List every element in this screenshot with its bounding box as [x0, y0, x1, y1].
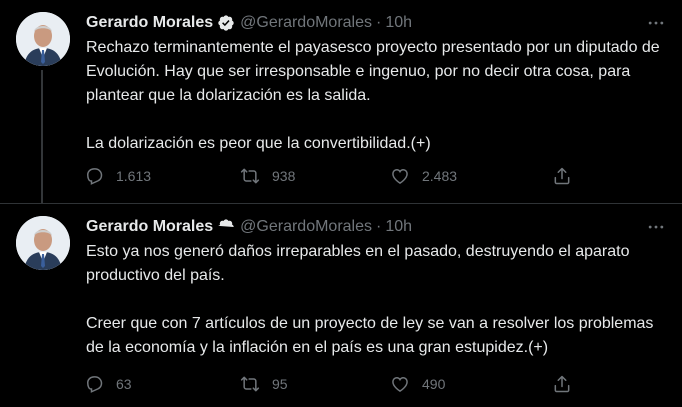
reply-button[interactable]: 63 [84, 370, 132, 398]
action-bar: 1.613 938 2.483 [78, 162, 598, 190]
more-horizontal-icon[interactable] [646, 13, 666, 33]
reply-icon [84, 166, 104, 186]
reply-count: 1.613 [116, 168, 152, 184]
tweet-1[interactable]: Gerardo Morales @GerardoMorales · 10h Re… [0, 0, 682, 204]
author-handle[interactable]: @GerardoMorales [240, 14, 372, 32]
timestamp[interactable]: 10h [385, 14, 412, 32]
retweet-icon [240, 374, 260, 394]
like-count: 2.483 [422, 168, 458, 184]
author-name[interactable]: Gerardo Morales [86, 218, 213, 236]
timestamp[interactable]: 10h [385, 218, 412, 236]
retweet-button[interactable]: 95 [240, 370, 288, 398]
avatar[interactable] [16, 12, 70, 66]
heart-icon [390, 166, 410, 186]
tweet-paragraph: Rechazo terminantemente el payasesco pro… [86, 39, 660, 104]
heart-icon [390, 374, 410, 394]
retweet-button[interactable]: 938 [240, 162, 295, 190]
retweet-count: 938 [272, 168, 296, 184]
reply-icon [84, 374, 104, 394]
tweet-text: Rechazo terminantemente el payasesco pro… [86, 36, 668, 156]
like-button[interactable]: 490 [390, 370, 445, 398]
share-button[interactable] [552, 162, 572, 190]
action-bar: 63 95 490 [78, 370, 598, 398]
like-button[interactable]: 2.483 [390, 162, 457, 190]
verified-badge-icon [217, 218, 235, 236]
separator-dot: · [376, 218, 382, 235]
tweet-paragraph: Creer que con 7 artículos de un proyecto… [86, 315, 654, 356]
retweet-count: 95 [272, 376, 288, 392]
tweet-paragraph: La dolarización es peor que la convertib… [86, 135, 431, 152]
separator-dot: · [376, 14, 382, 31]
share-icon [552, 166, 572, 186]
author-name[interactable]: Gerardo Morales [86, 14, 213, 32]
avatar[interactable] [16, 216, 70, 270]
reply-button[interactable]: 1.613 [84, 162, 151, 190]
share-icon [552, 374, 572, 394]
retweet-icon [240, 166, 260, 186]
tweet-header: Gerardo Morales @GerardoMorales · 10h [86, 13, 412, 33]
tweet-2[interactable]: Gerardo Morales @GerardoMorales · 10h Es… [0, 204, 682, 407]
reply-count: 63 [116, 376, 132, 392]
verified-badge-icon [217, 14, 235, 32]
tweet-text: Esto ya nos generó daños irreparables en… [86, 240, 668, 360]
like-count: 490 [422, 376, 446, 392]
tweet-paragraph: Esto ya nos generó daños irreparables en… [86, 243, 630, 284]
tweet-header: Gerardo Morales @GerardoMorales · 10h [86, 217, 412, 237]
share-button[interactable] [552, 370, 572, 398]
more-horizontal-icon[interactable] [646, 217, 666, 237]
thread-connector-line [41, 70, 43, 204]
author-handle[interactable]: @GerardoMorales [240, 218, 372, 236]
